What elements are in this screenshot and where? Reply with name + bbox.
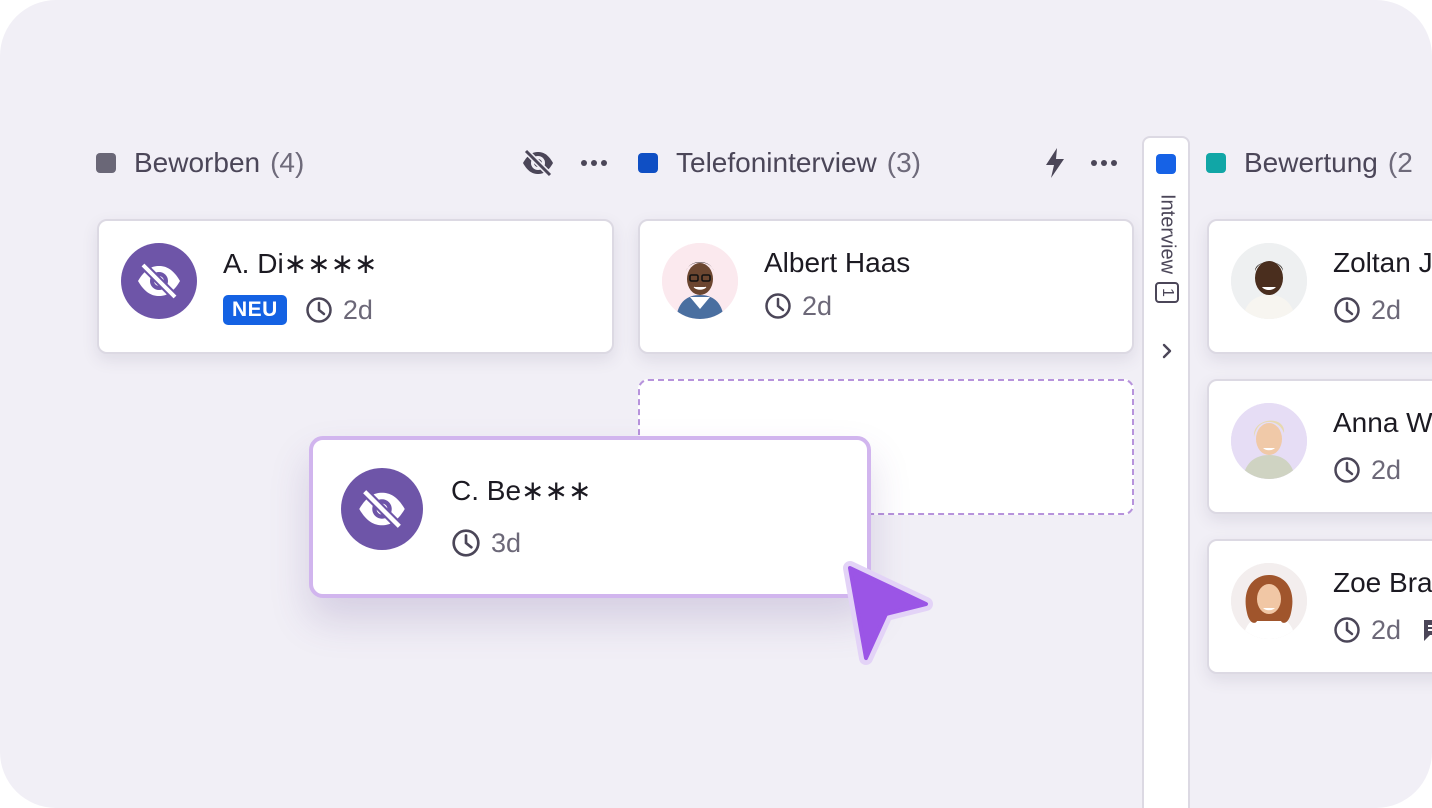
anonymous-avatar — [341, 468, 423, 550]
column-title: Bewertung — [1244, 147, 1378, 178]
column-header-bewertung: Bewertung (2 — [1206, 140, 1413, 186]
clock-icon — [765, 293, 791, 319]
column-color-dot — [1156, 154, 1176, 174]
candidate-name: A. Di∗∗∗∗ — [223, 248, 378, 279]
card-meta: 2d — [1333, 293, 1401, 327]
avatar — [1231, 243, 1307, 319]
candidate-card[interactable]: Anna W 2d — [1207, 379, 1432, 514]
candidate-card[interactable]: Zoe Bra 2d — [1207, 539, 1432, 674]
column-count: (2 — [1387, 147, 1413, 178]
eye-off-icon[interactable] — [521, 148, 555, 178]
clock-icon — [306, 297, 332, 323]
card-age: 3d — [491, 527, 522, 558]
avatar — [662, 243, 738, 319]
card-age: 2d — [1371, 614, 1402, 645]
dragging-candidate-card[interactable]: C. Be∗∗∗ 3d — [309, 436, 871, 598]
candidate-name: Anna W — [1333, 407, 1432, 438]
collapsed-column-title: Interview — [1156, 194, 1179, 275]
collapsed-column-count: 1 — [1155, 282, 1179, 303]
candidate-name: Albert Haas — [764, 247, 911, 278]
candidate-name: Zoltan J — [1333, 247, 1432, 278]
new-badge: NEU — [223, 295, 287, 325]
more-horizontal-icon[interactable] — [1087, 148, 1121, 178]
column-color-dot — [638, 153, 658, 173]
clock-icon — [1334, 457, 1360, 483]
column-count: (4) — [270, 147, 305, 178]
column-title: Telefoninterview — [676, 147, 877, 178]
comment-icon — [1424, 620, 1432, 641]
lightning-icon[interactable] — [1038, 148, 1072, 178]
kanban-board: Beworben (4) Telefoninterview (3) Bewert… — [0, 0, 1432, 808]
collapsed-column-label: Interview 1 — [1155, 194, 1179, 303]
card-meta: NEU 2d — [223, 293, 373, 327]
card-meta: 3d — [451, 526, 521, 560]
column-header-telefoninterview: Telefoninterview (3) — [638, 140, 921, 186]
candidate-card[interactable]: Albert Haas 2d — [638, 219, 1134, 354]
card-age: 2d — [802, 290, 833, 321]
mouse-cursor-icon — [836, 560, 936, 670]
more-horizontal-icon[interactable] — [577, 148, 611, 178]
card-age: 2d — [1371, 454, 1402, 485]
candidate-card[interactable]: A. Di∗∗∗∗ NEU 2d — [97, 219, 614, 354]
anonymous-avatar — [121, 243, 197, 319]
candidate-card[interactable]: Zoltan J 2d — [1207, 219, 1432, 354]
card-meta: 2d — [1333, 453, 1401, 487]
avatar — [1231, 403, 1307, 479]
card-meta: 2d — [1333, 613, 1432, 647]
card-meta: 2d — [764, 289, 832, 323]
clock-icon — [452, 529, 480, 557]
collapsed-column-interview[interactable]: Interview 1 — [1142, 136, 1190, 808]
column-color-dot — [96, 153, 116, 173]
candidate-name: Zoe Bra — [1333, 567, 1432, 598]
eye-off-icon — [359, 488, 405, 530]
column-count: (3) — [886, 147, 922, 178]
column-title: Beworben — [134, 147, 261, 178]
clock-icon — [1334, 617, 1360, 643]
column-header-beworben: Beworben (4) — [96, 140, 304, 186]
clock-icon — [1334, 297, 1360, 323]
chevron-right-icon[interactable] — [1156, 340, 1178, 362]
card-age: 2d — [342, 294, 373, 325]
column-color-dot — [1206, 153, 1226, 173]
candidate-name: C. Be∗∗∗ — [451, 475, 592, 506]
avatar — [1231, 563, 1307, 639]
card-age: 2d — [1371, 294, 1402, 325]
eye-off-icon — [138, 262, 180, 300]
